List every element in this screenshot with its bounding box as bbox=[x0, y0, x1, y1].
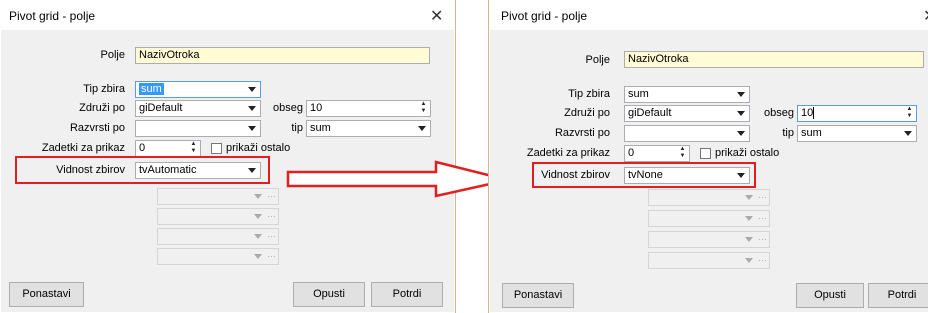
disabled-row: ··· bbox=[648, 210, 770, 227]
right-dialog: Pivot grid - polje ✕ Polje NazivOtroka T… bbox=[488, 0, 928, 313]
zadetki-spinner[interactable]: 0 ▲ ▼ bbox=[624, 145, 690, 162]
text-cursor bbox=[813, 107, 815, 120]
disabled-row: ··· bbox=[648, 252, 770, 269]
chevron-down-icon bbox=[737, 111, 745, 116]
ellipsis-icon: ··· bbox=[758, 255, 767, 265]
chevron-down-icon bbox=[745, 237, 753, 242]
chevron-down-icon bbox=[737, 92, 745, 97]
spinner-icon[interactable]: ▲ ▼ bbox=[676, 146, 689, 161]
opusti-button[interactable]: Opusti bbox=[796, 283, 864, 308]
polje-label: Polje bbox=[585, 54, 610, 66]
prikazi-ostalo-label: prikaži ostalo bbox=[715, 147, 780, 159]
tip-select[interactable]: sum bbox=[797, 125, 917, 142]
close-icon[interactable]: ✕ bbox=[923, 6, 928, 26]
vidnost-select[interactable]: tvNone bbox=[624, 167, 750, 184]
chevron-down-icon bbox=[745, 195, 753, 200]
ellipsis-icon: ··· bbox=[758, 234, 767, 244]
obseg-spinner[interactable]: 10 ▲ ▼ bbox=[797, 105, 917, 122]
obseg-label: obseg bbox=[764, 107, 794, 119]
vidnost-label: Vidnost zbirov bbox=[541, 169, 610, 181]
tip-zbira-select[interactable]: sum bbox=[624, 86, 750, 103]
chevron-down-icon bbox=[904, 131, 912, 136]
spinner-icon[interactable]: ▲ ▼ bbox=[903, 106, 916, 121]
disabled-row: ··· bbox=[648, 231, 770, 248]
prikazi-ostalo-checkbox[interactable] bbox=[700, 148, 711, 159]
polje-field[interactable]: NazivOtroka bbox=[624, 51, 924, 68]
ellipsis-icon: ··· bbox=[758, 213, 767, 223]
potrdi-button[interactable]: Potrdi bbox=[868, 283, 928, 308]
chevron-down-icon bbox=[745, 258, 753, 263]
chevron-down-icon bbox=[737, 131, 745, 136]
zdruzi-po-label: Združi po bbox=[564, 107, 610, 119]
ponastavi-button[interactable]: Ponastavi bbox=[502, 283, 574, 308]
chevron-down-icon bbox=[745, 216, 753, 221]
razvrsti-po-label: Razvrsti po bbox=[554, 127, 610, 139]
disabled-row: ··· bbox=[648, 189, 770, 206]
tip-label: tip bbox=[782, 127, 794, 139]
dialog-title: Pivot grid - polje bbox=[501, 9, 588, 23]
tip-zbira-label: Tip zbira bbox=[568, 88, 610, 100]
title-bar: Pivot grid - polje ✕ bbox=[489, 0, 928, 30]
razvrsti-po-select[interactable] bbox=[624, 125, 750, 142]
dialog-body: Polje NazivOtroka Tip zbira sum Združi p… bbox=[490, 30, 928, 312]
ellipsis-icon: ··· bbox=[758, 192, 767, 202]
zdruzi-po-select[interactable]: giDefault bbox=[624, 105, 750, 122]
chevron-down-icon bbox=[737, 173, 745, 178]
zadetki-label: Zadetki za prikaz bbox=[526, 147, 610, 159]
